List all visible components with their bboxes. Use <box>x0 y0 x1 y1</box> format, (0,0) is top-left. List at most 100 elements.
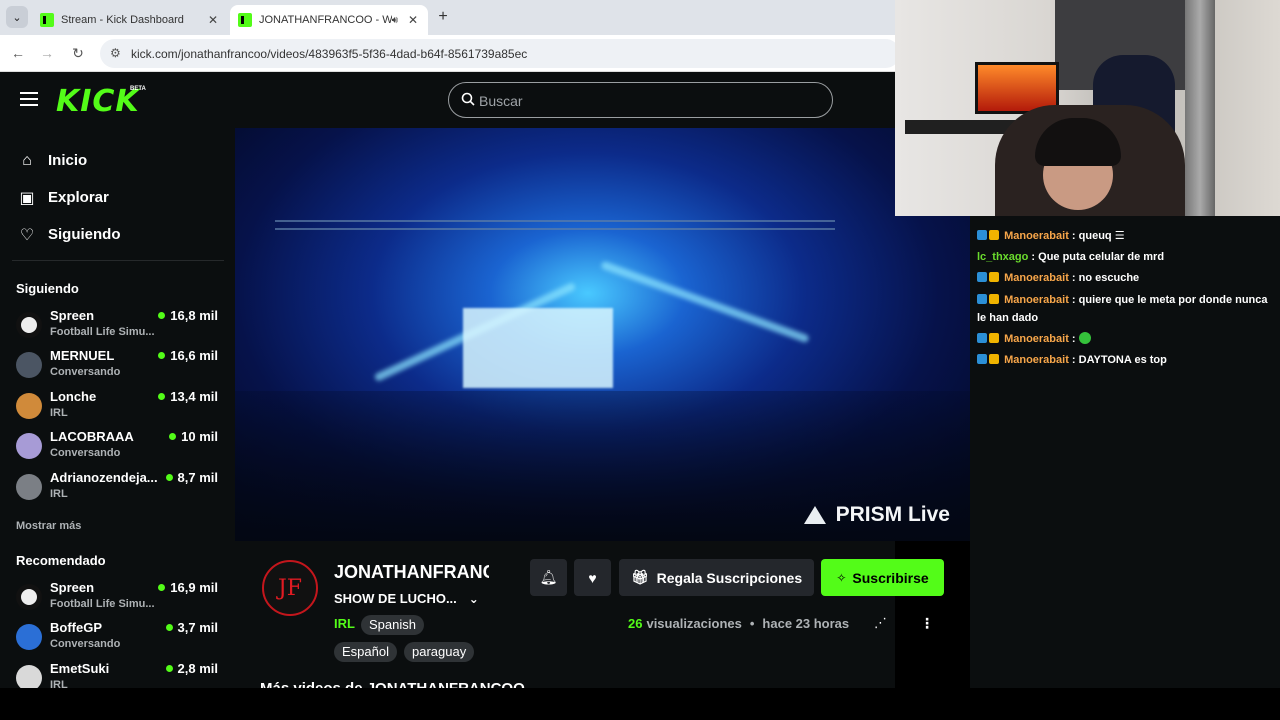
viewer-count-text: 3,7 mil <box>177 620 218 636</box>
chat-username[interactable]: Manoerabait <box>1004 294 1069 306</box>
tab-title: JONATHANFRANCOO - Watch <box>259 14 392 26</box>
stage-light <box>600 260 810 344</box>
channel-item[interactable]: LACOBRAAA Conversando 10 mil <box>16 429 222 469</box>
viewer-count-text: 13,4 mil <box>170 388 218 404</box>
tab-title: Stream - Kick Dashboard <box>61 14 184 26</box>
browser-tab-watch[interactable]: JONATHANFRANCOO - Watch 🔊︎ ✕ <box>230 5 428 35</box>
gift-subscriptions-button[interactable]: 🎁︎ Regala Suscripciones <box>619 559 814 596</box>
follow-button[interactable]: ♥ <box>574 559 611 596</box>
chevron-down-icon[interactable]: ⌄ <box>469 592 479 606</box>
channel-category: Conversando <box>50 366 121 379</box>
url-text[interactable]: kick.com/jonathanfrancoo/videos/483963f5… <box>131 47 527 61</box>
chat-username[interactable]: lc_thxago <box>977 251 1028 263</box>
subscriber-badge-icon <box>989 354 999 364</box>
back-arrow-icon[interactable]: ← <box>9 44 27 62</box>
tab-search-icon[interactable]: ⌄ <box>6 6 28 28</box>
nav-item-explorar[interactable]: ▣ Explorar <box>16 179 121 216</box>
channel-item[interactable]: Spreen Football Life Simu... 16,9 mil <box>16 580 222 620</box>
channel-item[interactable]: Adrianozendeja... IRL 8,7 mil <box>16 470 222 510</box>
views-count: 26 <box>628 616 643 631</box>
bottom-bar <box>0 688 1280 720</box>
more-options-icon[interactable]: ⋮ <box>920 615 934 632</box>
tag-badge[interactable]: paraguay <box>404 642 475 662</box>
webcam-curtain <box>1185 0 1215 216</box>
channel-item[interactable]: Lonche IRL 13,4 mil <box>16 389 222 429</box>
chat-panel: Manoerabait : queuq ☰ lc_thxago : Que pu… <box>970 216 1280 688</box>
chat-text: : <box>1071 333 1076 345</box>
nav-label: Explorar <box>48 189 109 206</box>
chat-text: : Que puta celular de mrd <box>1031 251 1165 263</box>
forward-arrow-icon[interactable]: → <box>38 44 56 62</box>
search-icon <box>461 92 475 106</box>
address-bar[interactable]: ⚙ kick.com/jonathanfrancoo/videos/483963… <box>100 39 900 68</box>
viewer-count-text: 16,8 mil <box>170 308 218 323</box>
channel-item[interactable]: EmetSuki IRL 2,8 mil <box>16 661 222 688</box>
viewer-count: 16,9 mil <box>158 580 218 595</box>
show-more-link[interactable]: Mostrar más <box>16 520 81 532</box>
live-dot-icon <box>165 473 173 481</box>
viewer-count: 8,7 mil <box>165 470 218 485</box>
chat-username[interactable]: Manoerabait <box>1004 354 1069 366</box>
channel-item[interactable]: BoffeGP Conversando 3,7 mil <box>16 620 222 660</box>
channel-name[interactable]: JONATHANFRANCOO <box>334 562 489 583</box>
channel-item[interactable]: MERNUEL Conversando 16,6 mil <box>16 348 222 388</box>
chat-text: : no escuche <box>1071 272 1140 284</box>
chat-username[interactable]: Manoerabait <box>1004 230 1069 242</box>
main-nav: ⌂ Inicio ▣ Explorar ♡ Siguiendo <box>16 142 121 253</box>
avatar <box>16 624 42 651</box>
search-input[interactable]: Buscar <box>448 82 833 118</box>
sidebar: ⌂ Inicio ▣ Explorar ♡ Siguiendo Siguiend… <box>0 128 235 688</box>
chat-text: : queuq <box>1071 230 1112 242</box>
viewer-count: 13,4 mil <box>158 389 218 404</box>
video-player[interactable]: PRISM Live <box>235 128 970 541</box>
site-info-icon[interactable]: ⚙ <box>110 46 121 60</box>
verified-badge-icon <box>977 294 987 304</box>
watermark-text: PRISM Live <box>835 503 950 526</box>
channel-avatar[interactable]: JF <box>262 560 318 616</box>
category-link[interactable]: IRL <box>334 616 355 631</box>
kick-logo[interactable]: KICK <box>56 84 140 119</box>
gift-label: Regala Suscripciones <box>656 569 803 586</box>
new-tab-button[interactable]: + <box>434 8 452 26</box>
subscriber-badge-icon <box>989 333 999 343</box>
viewer-count: 3,7 mil <box>165 620 218 636</box>
beta-badge: BETA <box>130 86 146 92</box>
channel-category: Football Life Simu... <box>50 598 155 610</box>
tag-badge[interactable]: Spanish <box>361 615 424 635</box>
video-title-text: SHOW DE LUCHO... <box>334 591 457 606</box>
viewer-count: 16,8 mil <box>158 308 218 323</box>
channel-category: IRL <box>50 406 68 419</box>
live-dot-icon <box>158 312 166 319</box>
live-dot-icon <box>169 433 177 441</box>
sparkle-icon: ✧ <box>836 570 847 585</box>
menu-icon[interactable] <box>20 92 38 106</box>
close-tab-icon[interactable]: ✕ <box>406 13 420 27</box>
browser-tab-dashboard[interactable]: Stream - Kick Dashboard ✕ <box>32 5 228 35</box>
stage-screen <box>463 308 613 388</box>
notification-bell-button[interactable]: 🔔︎ <box>530 559 567 596</box>
speaker-icon[interactable]: 🔊︎ <box>392 15 398 26</box>
chat-username[interactable]: Manoerabait <box>1004 272 1069 284</box>
nav-item-inicio[interactable]: ⌂ Inicio <box>16 142 121 179</box>
share-icon[interactable]: ⋰ <box>874 615 887 631</box>
viewer-count: 10 mil <box>169 429 218 444</box>
close-tab-icon[interactable]: ✕ <box>206 13 220 27</box>
channel-name: BoffeGP <box>50 620 102 636</box>
channel-item[interactable]: Spreen Football Life Simu... 16,8 mil <box>16 308 222 348</box>
video-title[interactable]: SHOW DE LUCHO... ⌄ <box>334 591 479 606</box>
channel-category: IRL <box>50 487 68 500</box>
chat-username[interactable]: Manoerabait <box>1004 333 1069 345</box>
tag-badge[interactable]: Español <box>334 642 397 662</box>
nav-item-siguiendo[interactable]: ♡ Siguiendo <box>16 216 121 253</box>
channel-name: Spreen <box>50 580 95 595</box>
live-dot-icon <box>165 624 173 632</box>
subscribe-button[interactable]: ✧ Suscribirse <box>821 559 944 596</box>
channel-category: IRL <box>50 678 68 688</box>
prism-watermark: PRISM Live <box>803 503 950 527</box>
avatar <box>16 473 42 500</box>
bell-icon: 🔔︎ <box>539 569 558 585</box>
reload-icon[interactable]: ↻ <box>69 44 87 62</box>
views-label: visualizaciones <box>646 616 742 631</box>
subscriber-badge-icon <box>989 294 999 304</box>
channel-name: Lonche <box>50 388 97 404</box>
